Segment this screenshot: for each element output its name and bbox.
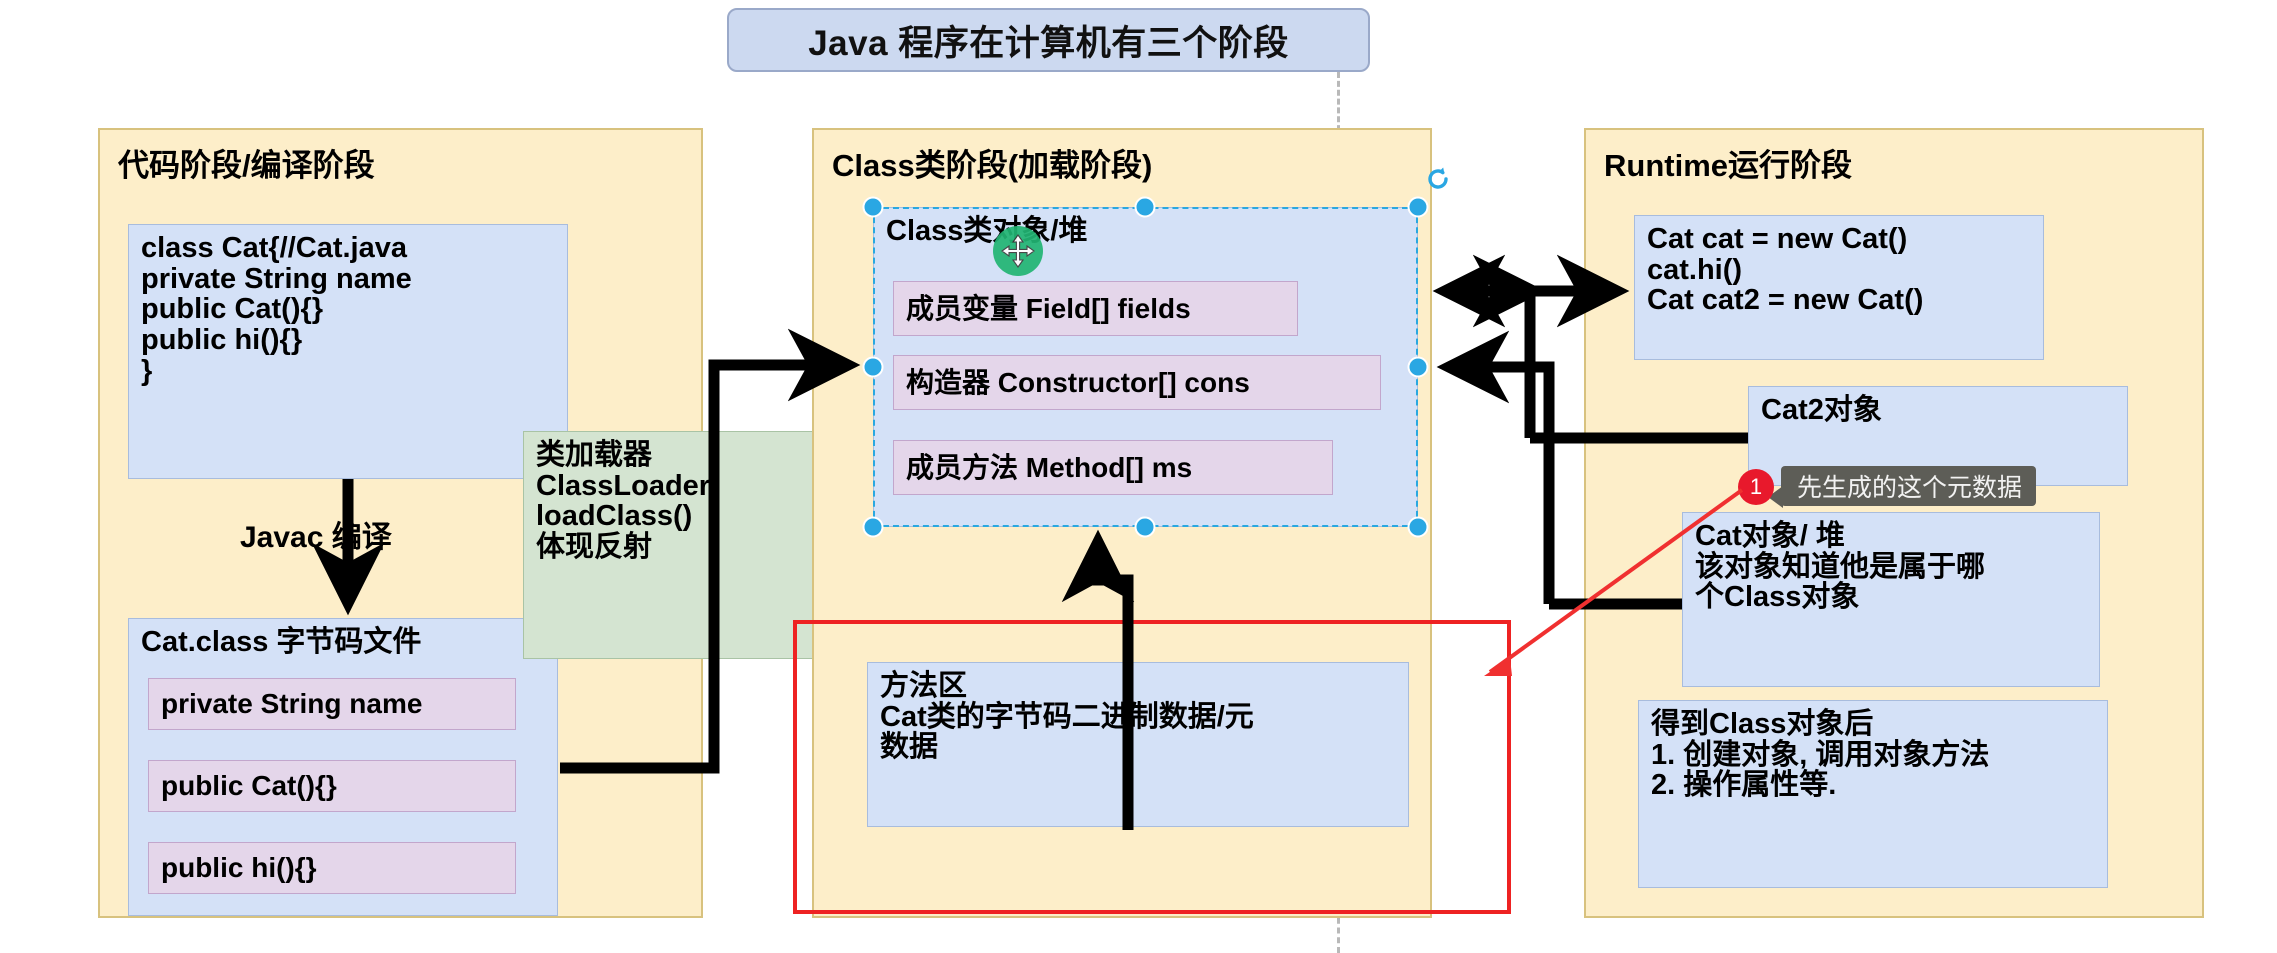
javac-compile-label: Javac 编译 (240, 521, 392, 554)
selection-handle-s[interactable] (1134, 516, 1156, 538)
class-file-member-1: public Cat(){} (148, 760, 516, 812)
annotation-tooltip-text: 先生成的这个元数据 (1797, 474, 2023, 502)
stage-class-title: Class类阶段(加载阶段) (832, 148, 1153, 183)
annotation-badge-number: 1 (1749, 474, 1763, 499)
class-file-member-2: public hi(){} (148, 842, 516, 894)
classloader-text: 类加载器 ClassLoader loadClass() 体现反射 (536, 439, 711, 564)
annotation-badge[interactable]: 1 (1738, 469, 1774, 505)
move-cursor-icon (993, 226, 1043, 276)
class-object-member-1-text: 构造器 Constructor[] cons (906, 366, 1250, 398)
rotate-handle-icon[interactable] (1425, 166, 1451, 192)
class-object-member-1: 构造器 Constructor[] cons (893, 355, 1381, 410)
selection-handle-e[interactable] (1407, 356, 1429, 378)
after-class-object-text: 得到Class对象后 1. 创建对象, 调用对象方法 2. 操作属性等. (1651, 708, 1990, 802)
selection-handle-nw[interactable] (862, 196, 884, 218)
stage-code-title: 代码阶段/编译阶段 (118, 148, 375, 183)
class-file-member-1-text: public Cat(){} (161, 770, 337, 802)
source-code-text: class Cat{//Cat.java private String name… (141, 232, 412, 387)
runtime-code-text: Cat cat = new Cat() cat.hi() Cat cat2 = … (1647, 223, 1924, 317)
class-file-title: Cat.class 字节码文件 (141, 626, 422, 658)
class-object-member-2-text: 成员方法 Method[] ms (906, 451, 1193, 483)
annotation-tooltip: 先生成的这个元数据 (1781, 466, 2037, 506)
selection-handle-n[interactable] (1134, 196, 1156, 218)
class-object-member-0: 成员变量 Field[] fields (893, 281, 1298, 336)
class-file-member-0-text: private String name (161, 688, 423, 720)
class-object-title: Class类对象/堆 (886, 215, 1088, 247)
class-file-member-2-text: public hi(){} (161, 852, 317, 884)
cat2-object-text: Cat2对象 (1761, 394, 1882, 426)
source-code-box: class Cat{//Cat.java private String name… (128, 224, 568, 479)
stage-runtime-title: Runtime运行阶段 (1604, 148, 1852, 183)
selection-handle-sw[interactable] (862, 516, 884, 538)
selection-handle-se[interactable] (1407, 516, 1429, 538)
after-class-object-box: 得到Class对象后 1. 创建对象, 调用对象方法 2. 操作属性等. (1638, 700, 2108, 888)
cat-object-box: Cat对象/ 堆 该对象知道他是属于哪 个Class对象 (1682, 512, 2100, 687)
runtime-code-box: Cat cat = new Cat() cat.hi() Cat cat2 = … (1634, 215, 2044, 360)
diagram-title-text: Java 程序在计算机有三个阶段 (808, 23, 1289, 63)
class-file-member-0: private String name (148, 678, 516, 730)
diagram-title: Java 程序在计算机有三个阶段 (727, 8, 1370, 72)
cat-object-text: Cat对象/ 堆 该对象知道他是属于哪 个Class对象 (1695, 520, 1986, 614)
method-area-highlight-rect (793, 620, 1511, 914)
arrow-catobject-to-classobject (1436, 330, 1555, 604)
selection-handle-ne[interactable] (1407, 196, 1429, 218)
class-object-member-0-text: 成员变量 Field[] fields (906, 292, 1191, 324)
selection-handle-w[interactable] (862, 356, 884, 378)
class-object-member-2: 成员方法 Method[] ms (893, 440, 1333, 495)
